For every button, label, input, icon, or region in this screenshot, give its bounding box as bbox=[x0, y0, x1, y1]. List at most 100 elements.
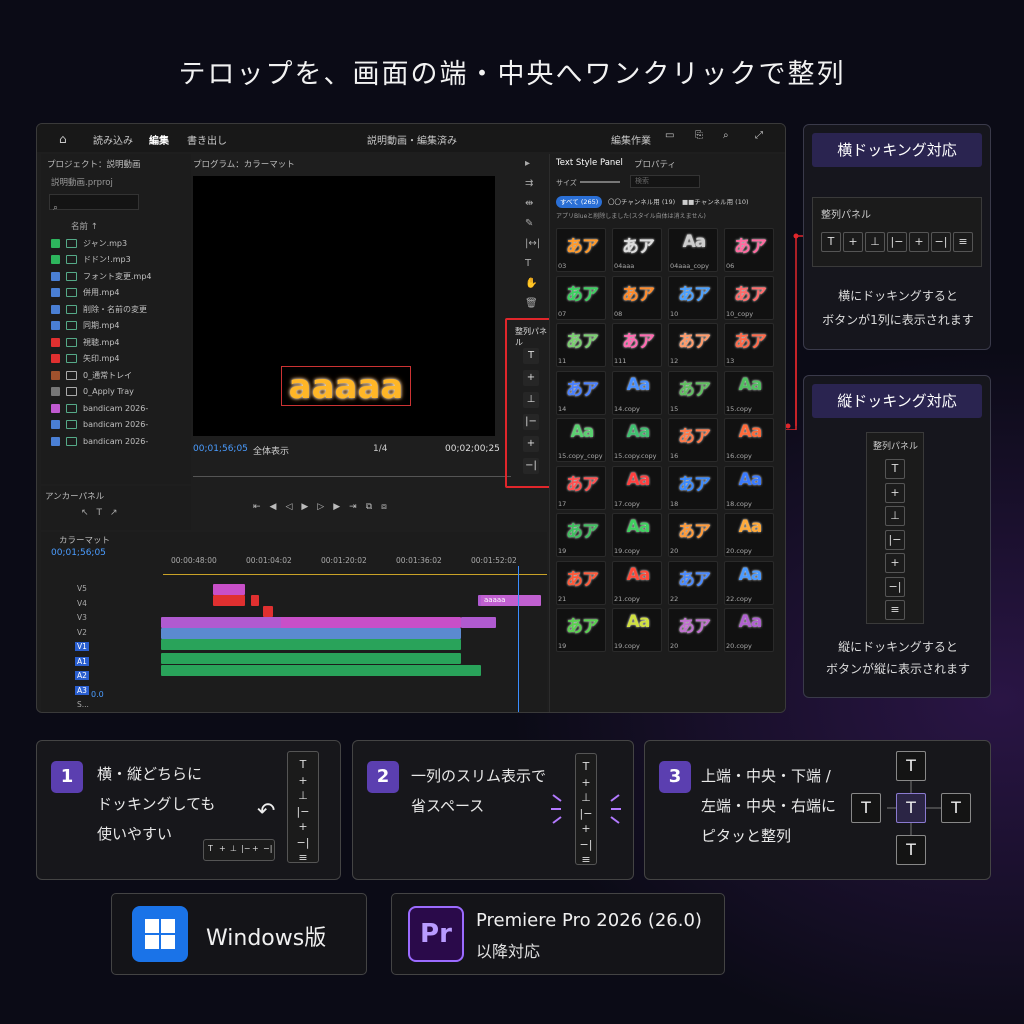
ripple-icon[interactable]: ⇹ bbox=[525, 198, 533, 209]
vertical-align-button[interactable]: ⊥ bbox=[885, 506, 905, 526]
timeline-clip[interactable] bbox=[161, 665, 481, 676]
horizontal-align-button[interactable]: |− bbox=[887, 232, 907, 252]
tab-import[interactable]: 読み込み bbox=[93, 132, 133, 147]
slip-icon[interactable]: |↔| bbox=[525, 238, 540, 249]
project-panel-title[interactable]: プロジェクト：説明動画 bbox=[47, 158, 141, 170]
timeline-clip[interactable] bbox=[461, 617, 496, 628]
align-hcenter-button[interactable]: + bbox=[523, 436, 539, 452]
panel-icon[interactable]: ▭ bbox=[665, 130, 674, 141]
vertical-align-button[interactable]: −| bbox=[885, 576, 905, 597]
tab-properties[interactable]: プロパティ bbox=[634, 158, 676, 170]
track-label[interactable]: A1 bbox=[75, 656, 89, 666]
telop-text[interactable]: aaaaa bbox=[281, 366, 411, 407]
project-item[interactable]: 視聴.mp4 bbox=[51, 335, 120, 349]
pen-icon[interactable]: ✎ bbox=[525, 218, 533, 229]
style-tile[interactable]: Aa 15.copy.copy bbox=[612, 418, 662, 462]
horizontal-align-button[interactable]: ≡ bbox=[953, 232, 973, 252]
track-select-icon[interactable]: ⇉ bbox=[525, 178, 533, 189]
style-tile[interactable]: あア 19 bbox=[556, 608, 606, 652]
project-item[interactable]: bandicam 2026- bbox=[51, 401, 148, 415]
project-item[interactable]: フォント変更.mp4 bbox=[51, 269, 152, 283]
timeline-clip[interactable] bbox=[161, 639, 461, 650]
style-tile[interactable]: Aa 19.copy bbox=[612, 513, 662, 557]
scrub-bar[interactable] bbox=[193, 476, 511, 477]
style-tile[interactable]: あア 10 bbox=[668, 275, 718, 320]
style-tile[interactable]: あア 03 bbox=[556, 228, 606, 272]
select-tool-icon[interactable]: ▸ bbox=[525, 158, 530, 169]
track-label[interactable]: V1 bbox=[75, 642, 89, 651]
style-tile[interactable]: Aa 20.copy bbox=[724, 608, 774, 652]
style-tile[interactable]: あア 16 bbox=[668, 418, 718, 462]
sequence-timecode[interactable]: 00;01;56;05 bbox=[51, 548, 106, 558]
project-item[interactable]: bandicam 2026- bbox=[51, 434, 148, 448]
style-tile[interactable]: あア 20 bbox=[668, 513, 718, 557]
track-label[interactable]: V4 bbox=[75, 599, 89, 608]
video-frame[interactable]: aaaaa bbox=[193, 176, 495, 436]
timeline-clip[interactable] bbox=[263, 606, 273, 617]
audio-gain[interactable]: 0.0 bbox=[91, 690, 104, 699]
hand-icon[interactable]: ✋ bbox=[525, 278, 537, 289]
align-bottom-button[interactable]: ⊥ bbox=[523, 392, 539, 408]
anchor-panel-title[interactable]: アンカーパネル bbox=[45, 490, 104, 502]
timeline-clip[interactable] bbox=[213, 584, 245, 595]
track-label[interactable]: A2 bbox=[75, 671, 89, 680]
program-monitor-title[interactable]: プログラム：カラーマット bbox=[193, 158, 295, 170]
style-tile[interactable]: Aa 14.copy bbox=[612, 370, 662, 415]
project-item[interactable]: 0_通常トレイ bbox=[51, 368, 132, 382]
filter-channel-b[interactable]: ■■チャンネル用 (10) bbox=[682, 196, 749, 208]
timecode-current[interactable]: 00;01;56;05 bbox=[193, 444, 248, 454]
expand-icon[interactable]: ⤢ bbox=[755, 130, 763, 141]
project-item[interactable]: 矢印.mp4 bbox=[51, 352, 120, 366]
project-item[interactable]: 削除・名前の変更 bbox=[51, 302, 147, 316]
sequence-name[interactable]: カラーマット bbox=[59, 534, 110, 546]
style-tile[interactable]: あア 10_copy bbox=[724, 275, 774, 320]
style-tile[interactable]: Aa 16.copy bbox=[724, 418, 774, 462]
style-tile[interactable]: Aa 18.copy bbox=[724, 465, 774, 510]
timeline-clip[interactable] bbox=[161, 628, 461, 639]
project-item[interactable]: 併用.mp4 bbox=[51, 286, 120, 300]
style-tile[interactable]: Aa 22.copy bbox=[724, 560, 774, 605]
style-tile[interactable]: あア 111 bbox=[612, 323, 662, 367]
style-tile[interactable]: Aa 21.copy bbox=[612, 560, 662, 605]
align-top-button[interactable]: T bbox=[523, 348, 539, 364]
tab-edit[interactable]: 編集 bbox=[149, 132, 169, 147]
timeline-clip[interactable] bbox=[161, 653, 461, 664]
track-label[interactable]: V2 bbox=[75, 628, 89, 637]
style-tile[interactable]: あア 06 bbox=[724, 228, 774, 272]
track-label[interactable]: V3 bbox=[75, 613, 89, 622]
style-tile[interactable]: あア 17 bbox=[556, 465, 606, 510]
trash-icon[interactable]: 🗑 bbox=[525, 298, 538, 309]
project-item[interactable]: 同期.mp4 bbox=[51, 319, 120, 333]
style-tile[interactable]: あア 07 bbox=[556, 275, 606, 320]
vertical-align-button[interactable]: T bbox=[885, 459, 905, 479]
quality-select[interactable]: 1/4 bbox=[373, 444, 387, 454]
filter-channel-a[interactable]: 〇〇チャンネル用 (19) bbox=[608, 196, 675, 208]
vertical-align-button[interactable]: + bbox=[885, 553, 905, 573]
style-tile[interactable]: あア 15 bbox=[668, 370, 718, 415]
playhead[interactable] bbox=[518, 566, 519, 712]
style-tile[interactable]: あア 19 bbox=[556, 513, 606, 557]
vertical-align-button[interactable]: + bbox=[885, 482, 905, 503]
horizontal-align-button[interactable]: −| bbox=[931, 232, 951, 252]
style-tile[interactable]: あア 14 bbox=[556, 370, 606, 415]
style-tile[interactable]: あア 22 bbox=[668, 560, 718, 605]
style-tile[interactable]: Aa 04aaa_copy bbox=[668, 228, 718, 272]
align-vcenter-button[interactable]: + bbox=[523, 370, 539, 386]
home-icon[interactable]: ⌂ bbox=[59, 132, 67, 146]
style-tile[interactable]: あア 11 bbox=[556, 323, 606, 367]
align-right-button[interactable]: −| bbox=[523, 458, 539, 474]
horizontal-align-button[interactable]: + bbox=[909, 232, 929, 252]
workspace-label[interactable]: 編集作業 bbox=[611, 132, 651, 147]
timeline-clip[interactable] bbox=[161, 617, 281, 628]
tab-export[interactable]: 書き出し bbox=[187, 132, 227, 147]
timeline-clip[interactable] bbox=[251, 595, 259, 606]
style-tile[interactable]: Aa 20.copy bbox=[724, 513, 774, 557]
project-item[interactable]: 0_Apply Tray bbox=[51, 385, 134, 399]
work-area-bar[interactable] bbox=[163, 574, 547, 575]
style-tile[interactable]: あア 04aaa bbox=[612, 228, 662, 272]
filter-all[interactable]: すべて (265) bbox=[556, 196, 603, 208]
style-tile[interactable]: Aa 17.copy bbox=[612, 465, 662, 510]
tab-text-style-panel[interactable]: Text Style Panel bbox=[556, 158, 623, 168]
project-item[interactable]: ジャン.mp3 bbox=[51, 236, 127, 250]
style-tile[interactable]: あア 21 bbox=[556, 560, 606, 605]
